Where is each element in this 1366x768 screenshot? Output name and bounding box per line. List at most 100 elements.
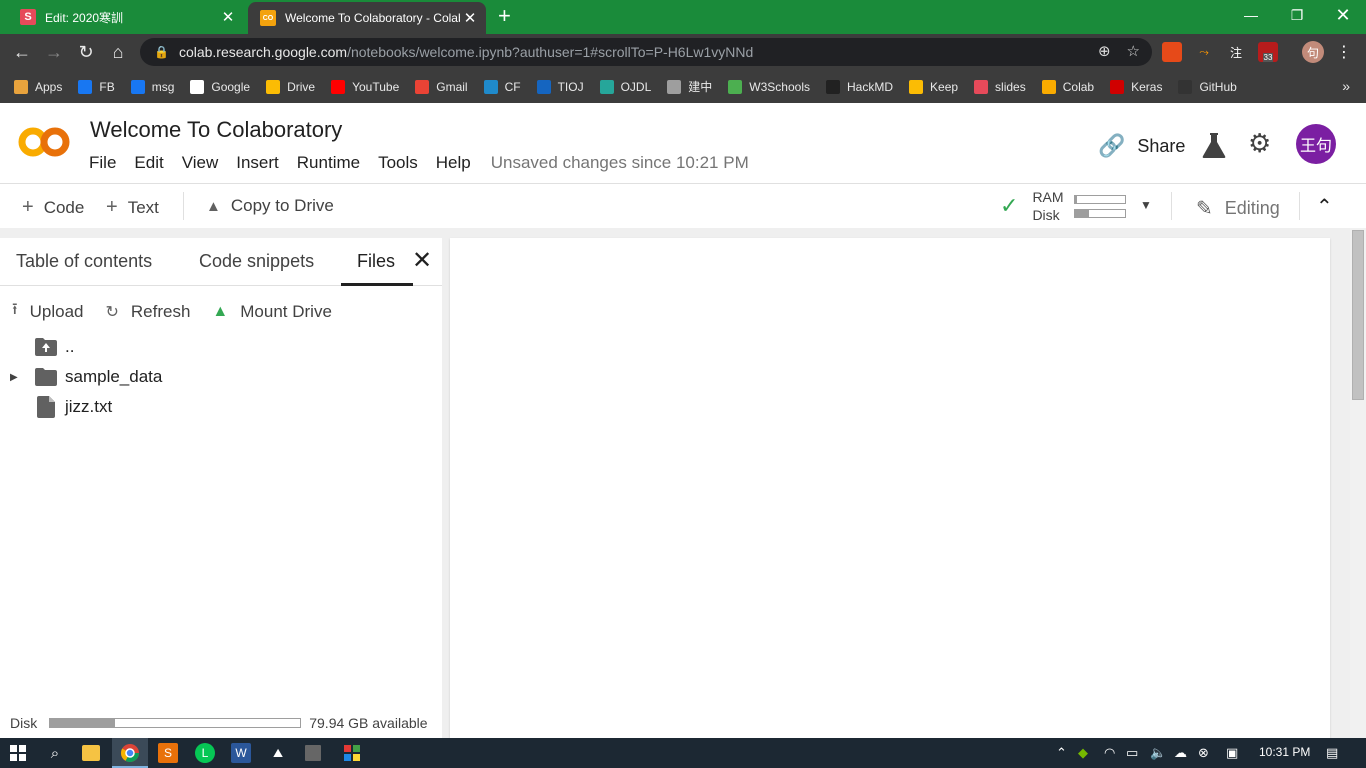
bookmark-google[interactable]: Google	[190, 79, 250, 94]
input-method-icon[interactable]: ▣	[1226, 745, 1238, 761]
forward-arrow-icon[interactable]: →	[41, 39, 67, 65]
scrollbar-thumb[interactable]	[1352, 230, 1364, 400]
bookmark-gmail[interactable]: Gmail	[415, 79, 468, 94]
browser-menu-icon[interactable]: ⋮	[1334, 42, 1354, 62]
menu-edit[interactable]: Edit	[134, 153, 163, 173]
new-tab-button[interactable]: +	[498, 4, 511, 28]
bookmark-apps[interactable]: Apps	[14, 79, 62, 94]
nvidia-tray-icon[interactable]: ◆	[1078, 745, 1088, 761]
restore-button[interactable]: ❐	[1274, 0, 1320, 30]
menu-file[interactable]: File	[89, 153, 116, 173]
chrome-icon[interactable]	[120, 743, 140, 763]
notebook-title[interactable]: Welcome To Colaboratory	[90, 117, 342, 143]
bookmark-star-icon[interactable]: ☆	[1127, 42, 1140, 60]
bookmark-fb[interactable]: FB	[78, 79, 115, 94]
calculator-icon[interactable]	[305, 745, 321, 761]
menu-insert[interactable]: Insert	[236, 153, 279, 173]
ublock-extension-icon[interactable]: 33	[1258, 42, 1278, 62]
sublime-text-icon[interactable]: S	[158, 743, 178, 763]
notification-center-icon[interactable]: ▤	[1326, 745, 1338, 761]
volume-icon[interactable]: 🔈	[1150, 745, 1166, 761]
unsaved-status[interactable]: Unsaved changes since 10:21 PM	[491, 153, 749, 173]
school-icon	[667, 79, 682, 94]
word-icon[interactable]: W	[231, 743, 251, 763]
profile-avatar[interactable]: 句	[1302, 41, 1324, 63]
bookmark-w3schools[interactable]: W3Schools	[728, 79, 810, 94]
file-explorer-icon[interactable]	[82, 745, 100, 761]
close-tab-icon[interactable]: ✕	[460, 9, 480, 27]
tab-title: Edit: 2020寒訓	[45, 10, 124, 25]
close-panel-icon[interactable]: ✕	[412, 246, 432, 275]
bookmark-hackmd[interactable]: HackMD	[826, 79, 893, 94]
bookmark-msg[interactable]: msg	[130, 79, 174, 94]
taskbar-clock[interactable]: 10:31 PM	[1259, 745, 1310, 759]
refresh-button[interactable]: ↻ Refresh	[105, 298, 190, 325]
link-icon: 🔗	[1098, 133, 1126, 158]
zoom-icon[interactable]: ⊕	[1098, 42, 1111, 60]
tree-item-parent[interactable]: ..	[0, 332, 442, 362]
bookmark-keep[interactable]: Keep	[909, 79, 958, 94]
tab-table-of-contents[interactable]: Table of contents	[16, 251, 152, 272]
bookmark-ojdl[interactable]: OJDL	[599, 79, 652, 94]
tab-code-snippets[interactable]: Code snippets	[199, 251, 314, 272]
amazon-extension-icon[interactable]: ⤳	[1194, 42, 1214, 62]
onedrive-icon[interactable]: ☁	[1174, 745, 1187, 761]
user-avatar[interactable]: 王句	[1296, 124, 1336, 164]
bookmark-cf[interactable]: CF	[483, 79, 521, 94]
tree-item-sample-data[interactable]: ▶ sample_data	[0, 362, 442, 392]
settings-gear-icon[interactable]: ⚙	[1248, 128, 1271, 159]
editing-mode-button[interactable]: ✎ Editing	[1196, 196, 1280, 221]
share-button[interactable]: 🔗 Share	[1098, 133, 1185, 159]
browser-tab-colab[interactable]: CO Welcome To Colaboratory - Colab ✕	[248, 2, 486, 34]
search-icon[interactable]: ⌕	[45, 743, 65, 763]
menu-runtime[interactable]: Runtime	[297, 153, 360, 173]
colab-logo-icon[interactable]	[18, 125, 70, 159]
tab-files[interactable]: Files	[357, 251, 395, 272]
bookmark-slides[interactable]: slides	[974, 79, 1026, 94]
menu-help[interactable]: Help	[436, 153, 471, 173]
close-window-button[interactable]: ✕	[1320, 0, 1366, 30]
bookmark-tioj[interactable]: TIOJ	[536, 79, 584, 94]
home-icon[interactable]: ⌂	[105, 39, 131, 65]
wifi-icon[interactable]: ◠	[1104, 745, 1115, 761]
zhuyin-extension-icon[interactable]: 注	[1226, 42, 1246, 62]
line-app-icon[interactable]: L	[195, 743, 215, 763]
bookmark-youtube[interactable]: YouTube	[331, 79, 399, 94]
collapse-header-icon[interactable]: ⌃	[1316, 194, 1333, 219]
status-x-icon[interactable]: ⊗	[1198, 745, 1209, 761]
runtime-dropdown-icon[interactable]: ▼	[1140, 198, 1152, 212]
photos-icon[interactable]: ⛰	[268, 743, 288, 763]
upload-button[interactable]: ⭱ Upload	[12, 298, 83, 325]
menu-tools[interactable]: Tools	[378, 153, 418, 173]
bookmark--[interactable]: 建中	[667, 78, 712, 95]
drive-icon: ▲	[206, 197, 221, 215]
menu-view[interactable]: View	[182, 153, 219, 173]
bookmark-github[interactable]: GitHub	[1178, 79, 1237, 94]
notebook-area[interactable]	[450, 238, 1330, 738]
close-tab-icon[interactable]: ✕	[218, 8, 238, 26]
back-arrow-icon[interactable]: ←	[9, 39, 35, 65]
battery-icon[interactable]: ▭	[1126, 745, 1138, 761]
address-bar[interactable]: 🔒 colab.research.google.com/notebooks/we…	[140, 38, 1152, 66]
minimize-button[interactable]: —	[1228, 0, 1274, 30]
bookmark-colab[interactable]: Colab	[1041, 79, 1094, 94]
office-extension-icon[interactable]	[1162, 42, 1182, 62]
app-grid-icon[interactable]	[342, 743, 362, 763]
add-text-button[interactable]: + Text	[106, 196, 159, 219]
copy-to-drive-button[interactable]: ▲ Copy to Drive	[206, 196, 334, 216]
resource-monitor[interactable]: ✓ RAM Disk	[1000, 188, 1126, 224]
scrollbar[interactable]	[1350, 228, 1366, 738]
bookmark-keras[interactable]: Keras	[1110, 79, 1162, 94]
tray-expand-icon[interactable]: ⌃	[1056, 745, 1067, 761]
bookmark-label: OJDL	[620, 79, 652, 94]
mount-drive-button[interactable]: ▲ Mount Drive	[212, 298, 331, 325]
reload-icon[interactable]: ↻	[73, 39, 99, 65]
more-bookmarks-icon[interactable]: »	[1342, 78, 1350, 94]
browser-tab-edit[interactable]: S Edit: 2020寒訓 ✕	[8, 0, 244, 34]
add-code-button[interactable]: + Code	[22, 196, 84, 219]
windows-start-icon[interactable]	[8, 743, 28, 763]
flask-icon[interactable]	[1201, 131, 1227, 159]
bookmark-drive[interactable]: Drive	[266, 79, 315, 94]
expand-caret-icon[interactable]: ▶	[10, 372, 22, 383]
tree-item-jizz-txt[interactable]: jizz.txt	[0, 392, 442, 422]
